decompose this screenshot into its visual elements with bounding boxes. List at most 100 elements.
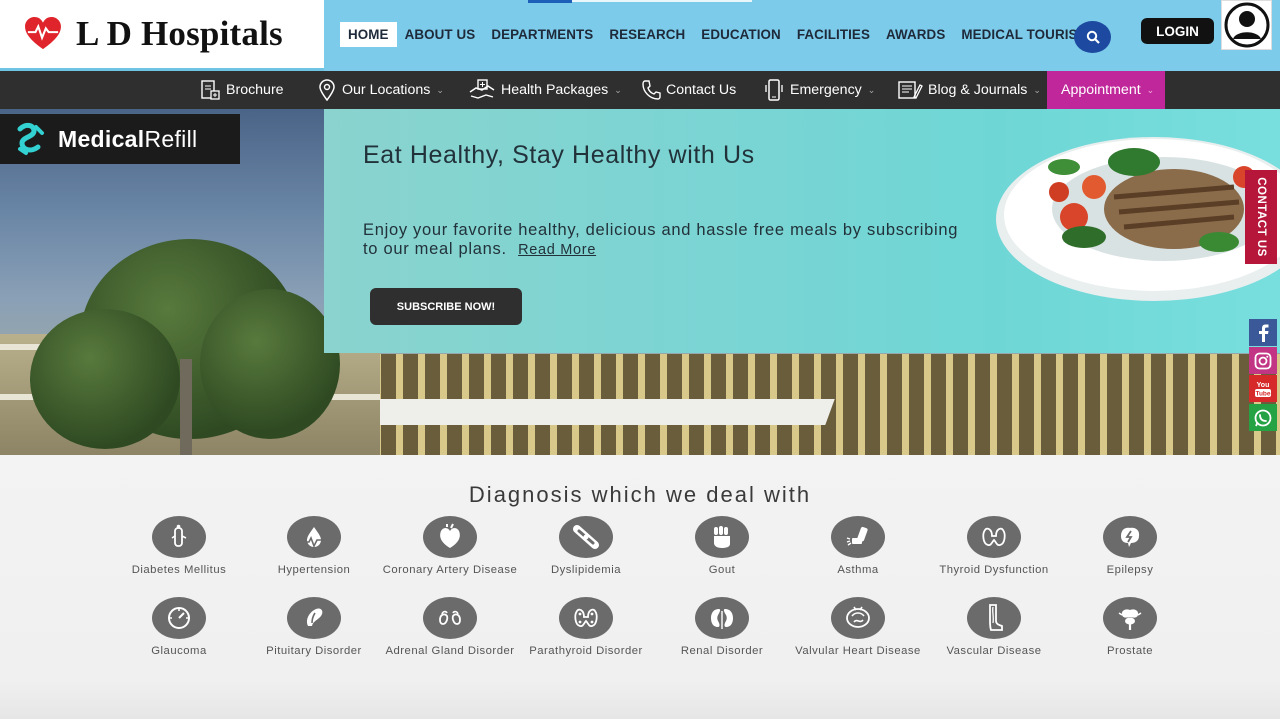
- nav-home[interactable]: HOME: [340, 22, 397, 47]
- heart-valve-icon: [831, 597, 885, 639]
- subnav-emergency-label: Emergency: [790, 82, 862, 98]
- diagnosis-label: Coronary Artery Disease: [382, 564, 518, 576]
- diagnosis-label: Glaucoma: [151, 645, 207, 657]
- diagnosis-thyroid-dysfunction[interactable]: Thyroid Dysfunction: [926, 516, 1062, 578]
- contact-us-tab[interactable]: CONTACT US: [1245, 170, 1277, 264]
- diagnosis-label: Parathyroid Disorder: [529, 645, 643, 657]
- promo-title: Eat Healthy, Stay Healthy with Us: [363, 141, 755, 169]
- chevron-down-icon: ⌄: [1033, 84, 1041, 95]
- user-icon: [1224, 2, 1269, 48]
- subnav-contact-label: Contact Us: [666, 82, 737, 98]
- subnav-health-packages-label: Health Packages: [501, 82, 609, 98]
- artery-plaque-icon: [559, 516, 613, 558]
- diagnosis-adrenal-gland-disorder[interactable]: Adrenal Gland Disorder: [382, 597, 518, 659]
- subnav-health-packages[interactable]: Health Packages ⌄: [468, 71, 622, 109]
- heart-organ-icon: [423, 516, 477, 558]
- diagnosis-label: Asthma: [837, 564, 879, 576]
- pituitary-gland-icon: [287, 597, 341, 639]
- main-menu: HOME ABOUT US DEPARTMENTS RESEARCH EDUCA…: [340, 22, 1097, 47]
- read-more-link[interactable]: Read More: [518, 242, 596, 258]
- subnav-blog[interactable]: Blog & Journals ⌄: [897, 71, 1041, 109]
- diagnosis-prostate[interactable]: Prostate: [1062, 597, 1198, 659]
- food-plate-image: [996, 137, 1280, 301]
- diagnosis-glaucoma[interactable]: Glaucoma: [111, 597, 247, 659]
- nav-education[interactable]: EDUCATION: [693, 22, 789, 47]
- nav-research[interactable]: RESEARCH: [601, 22, 693, 47]
- chevron-down-icon: ⌄: [436, 84, 444, 95]
- diagnosis-dyslipidemia[interactable]: Dyslipidemia: [518, 516, 654, 578]
- tree-image: [200, 289, 340, 439]
- finger-prick-icon: [152, 516, 206, 558]
- subnav-emergency[interactable]: Emergency ⌄: [763, 71, 875, 109]
- diagnosis-label: Epilepsy: [1106, 564, 1154, 576]
- nav-accent-light: [572, 0, 752, 2]
- diagnosis-pituitary-disorder[interactable]: Pituitary Disorder: [246, 597, 382, 659]
- whatsapp-icon: [1254, 409, 1272, 426]
- hero-banner: Eat Healthy, Stay Healthy with Us Enjoy …: [0, 109, 1280, 455]
- whatsapp-link[interactable]: [1249, 404, 1277, 431]
- site-logo[interactable]: L D Hospitals: [0, 0, 324, 71]
- user-avatar[interactable]: [1221, 0, 1272, 50]
- brochure-icon: [201, 80, 220, 100]
- diagnosis-epilepsy[interactable]: Epilepsy: [1062, 516, 1198, 578]
- appointment-button[interactable]: Appointment ⌄: [1047, 71, 1165, 109]
- medical-refill-text: MedicalRefill: [58, 126, 197, 153]
- parathyroid-gland-icon: [559, 597, 613, 639]
- heart-pulse-icon: [25, 17, 61, 50]
- diagnosis-label: Valvular Heart Disease: [795, 645, 921, 657]
- chevron-down-icon: ⌄: [867, 84, 876, 95]
- subnav-locations[interactable]: Our Locations ⌄: [317, 71, 444, 109]
- diagnosis-parathyroid-disorder[interactable]: Parathyroid Disorder: [518, 597, 654, 659]
- facebook-icon: [1259, 324, 1269, 342]
- location-pin-icon: [319, 79, 335, 101]
- promo-text: Enjoy your favorite healthy, delicious a…: [363, 221, 963, 260]
- foot-joint-icon: [695, 516, 749, 558]
- instagram-link[interactable]: [1249, 347, 1277, 374]
- chevron-down-icon: ⌄: [1146, 84, 1155, 95]
- login-button[interactable]: LOGIN: [1141, 18, 1214, 44]
- diagnosis-renal-disorder[interactable]: Renal Disorder: [654, 597, 790, 659]
- tree-image: [30, 309, 180, 449]
- subscribe-button[interactable]: SUBSCRIBE NOW!: [370, 288, 522, 325]
- medical-refill-bold: Medical: [58, 125, 145, 152]
- youtube-link[interactable]: You Tube: [1249, 375, 1277, 402]
- subnav-contact[interactable]: Contact Us: [641, 71, 736, 109]
- search-button[interactable]: [1074, 21, 1111, 53]
- subnav-brochure[interactable]: Brochure: [199, 71, 284, 109]
- nav-departments[interactable]: DEPARTMENTS: [483, 22, 601, 47]
- search-icon: [1086, 30, 1100, 44]
- diagnosis-gout[interactable]: Gout: [654, 516, 790, 578]
- medical-refill-badge[interactable]: MedicalRefill: [0, 114, 240, 164]
- diagnosis-section: Diagnosis which we deal with Diabetes Me…: [0, 455, 1280, 719]
- diagnosis-valvular-heart-disease[interactable]: Valvular Heart Disease: [790, 597, 926, 659]
- medical-refill-light: Refill: [144, 125, 198, 152]
- diagnosis-label: Pituitary Disorder: [266, 645, 362, 657]
- subnav-blog-label: Blog & Journals: [928, 82, 1028, 98]
- diagnosis-label: Hypertension: [277, 564, 351, 576]
- nav-awards[interactable]: AWARDS: [878, 22, 953, 47]
- health-package-icon: [469, 79, 495, 99]
- diagnosis-hypertension[interactable]: Hypertension: [246, 516, 382, 578]
- prostate-icon: [1103, 597, 1157, 639]
- facebook-link[interactable]: [1249, 319, 1277, 346]
- meal-plan-promo: Eat Healthy, Stay Healthy with Us Enjoy …: [324, 109, 1280, 353]
- nav-facilities[interactable]: FACILITIES: [789, 22, 878, 47]
- eye-gauge-icon: [152, 597, 206, 639]
- svg-text:You: You: [1257, 382, 1270, 389]
- diagnosis-label: Diabetes Mellitus: [131, 564, 227, 576]
- diagnosis-label: Vascular Disease: [946, 645, 1042, 657]
- diagnosis-label: Renal Disorder: [680, 645, 764, 657]
- phone-icon: [642, 80, 661, 100]
- nav-about-us[interactable]: ABOUT US: [397, 22, 484, 47]
- diagnosis-asthma[interactable]: Asthma: [790, 516, 926, 578]
- kidney-icon: [695, 597, 749, 639]
- diagnosis-label: Dyslipidemia: [550, 564, 622, 576]
- diagnosis-diabetes-mellitus[interactable]: Diabetes Mellitus: [111, 516, 247, 578]
- mobile-phone-icon: [765, 79, 783, 101]
- leg-vein-icon: [967, 597, 1021, 639]
- diagnosis-label: Prostate: [1106, 645, 1154, 657]
- diagnosis-vascular-disease[interactable]: Vascular Disease: [926, 597, 1062, 659]
- diagnosis-coronary-artery-disease[interactable]: Coronary Artery Disease: [382, 516, 518, 578]
- diagnosis-label: Adrenal Gland Disorder: [385, 645, 515, 657]
- medical-refill-logo-icon: [17, 122, 44, 155]
